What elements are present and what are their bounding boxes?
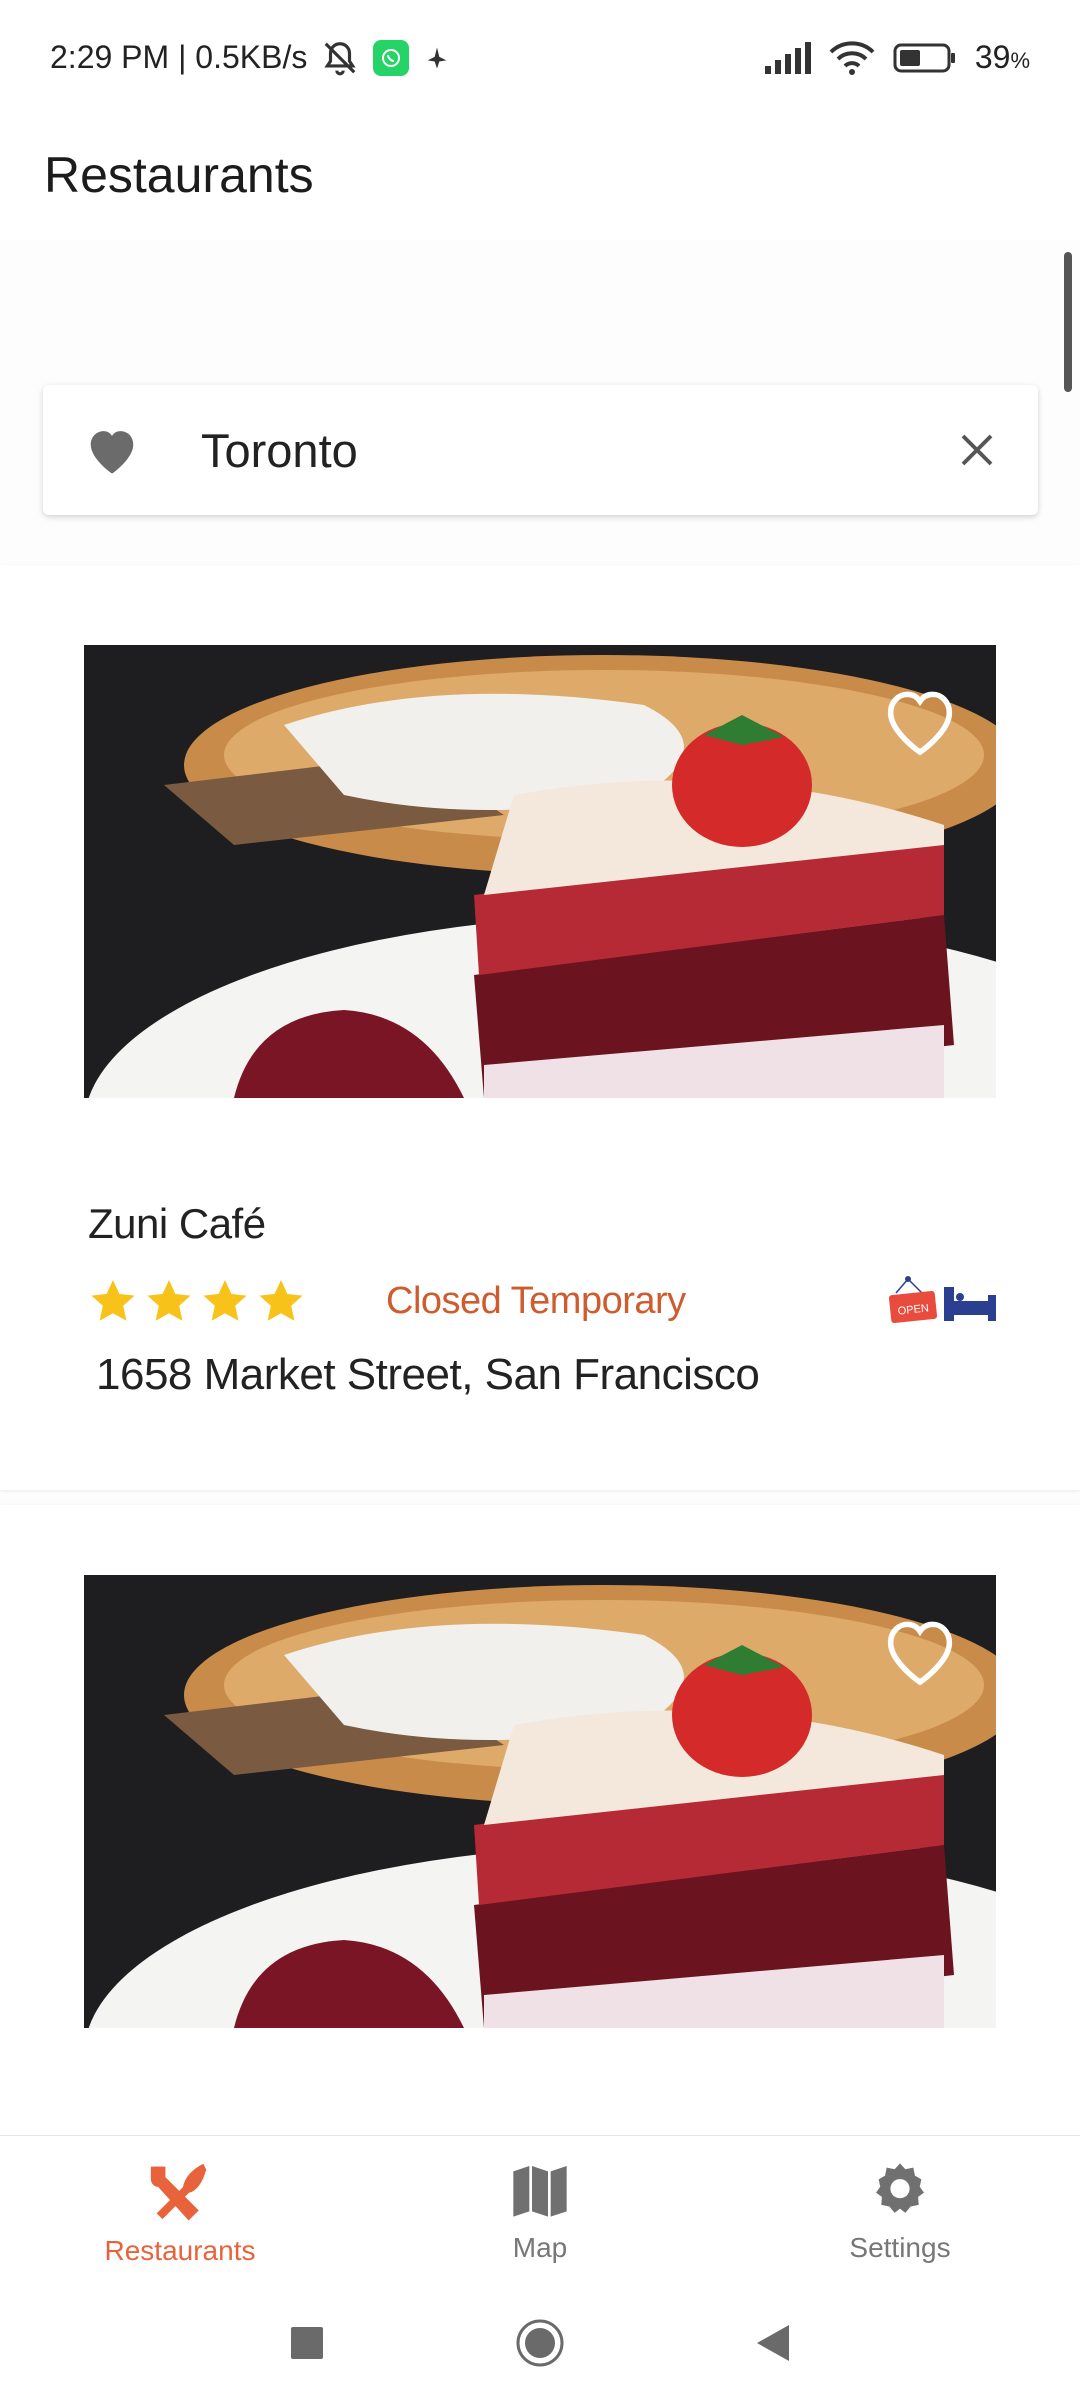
nav-item-restaurants[interactable]: Restaurants: [0, 2136, 360, 2285]
restaurant-photo[interactable]: [84, 1575, 996, 2028]
back-button[interactable]: [755, 2323, 791, 2363]
bottom-navigation: Restaurants Map Settings: [0, 2135, 1080, 2285]
favorite-icon[interactable]: [878, 683, 962, 759]
battery-icon: [893, 43, 955, 72]
restaurant-name[interactable]: Zuni Café: [88, 1200, 998, 1248]
star-icon: [147, 1280, 191, 1321]
battery-level: 39%: [975, 39, 1030, 76]
restaurant-photo[interactable]: [84, 645, 996, 1098]
restaurant-address: 1658 Market Street, San Francisco: [96, 1350, 760, 1399]
nav-item-settings[interactable]: Settings: [720, 2136, 1080, 2285]
search-input[interactable]: Toronto: [201, 423, 956, 478]
search-bar[interactable]: Toronto: [43, 385, 1038, 515]
rating-stars: [88, 1278, 306, 1324]
nav-label-map: Map: [512, 2231, 568, 2263]
cake-photo-illustration: [84, 1575, 996, 2028]
close-icon[interactable]: [956, 429, 998, 471]
open-sign-icon: OPEN: [888, 1276, 996, 1324]
scrollbar[interactable]: [1064, 252, 1072, 392]
page-title: Restaurants: [44, 147, 314, 203]
battery-percent-unit: %: [1010, 48, 1030, 73]
status-time-speed: 2:29 PM | 0.5KB/s: [50, 39, 308, 75]
cake-photo-illustration: [84, 645, 996, 1098]
home-button[interactable]: [515, 2318, 565, 2368]
fork-knife-icon: [150, 2163, 207, 2220]
map-icon: [513, 2165, 567, 2217]
wifi-icon: [829, 40, 875, 75]
restaurant-card[interactable]: [0, 1505, 1080, 2145]
status-bar: 2:29 PM | 0.5KB/s 39%: [0, 0, 1080, 115]
favorite-icon[interactable]: [878, 1613, 962, 1689]
restaurant-card[interactable]: Zuni Café Closed Temporary OPEN 1658 Mar…: [0, 565, 1080, 1490]
signal-icon: [764, 41, 811, 74]
system-navigation: [0, 2285, 1080, 2400]
star-icon: [91, 1280, 135, 1321]
heart-filled-icon[interactable]: [83, 424, 141, 476]
whatsapp-icon: [373, 39, 410, 76]
mute-bell-icon: [324, 41, 356, 75]
app-notification-icon: [427, 47, 447, 68]
recents-button[interactable]: [289, 2325, 325, 2361]
gear-icon: [876, 2162, 924, 2213]
battery-percent-value: 39: [974, 39, 1011, 75]
nav-label-restaurants: Restaurants: [104, 2234, 256, 2266]
nav-label-settings: Settings: [849, 2231, 951, 2263]
star-icon: [259, 1280, 303, 1321]
star-icon: [203, 1280, 247, 1321]
app-bar: Restaurants: [0, 120, 1080, 230]
status-badge: Closed Temporary: [386, 1279, 686, 1322]
nav-item-map[interactable]: Map: [360, 2136, 720, 2285]
